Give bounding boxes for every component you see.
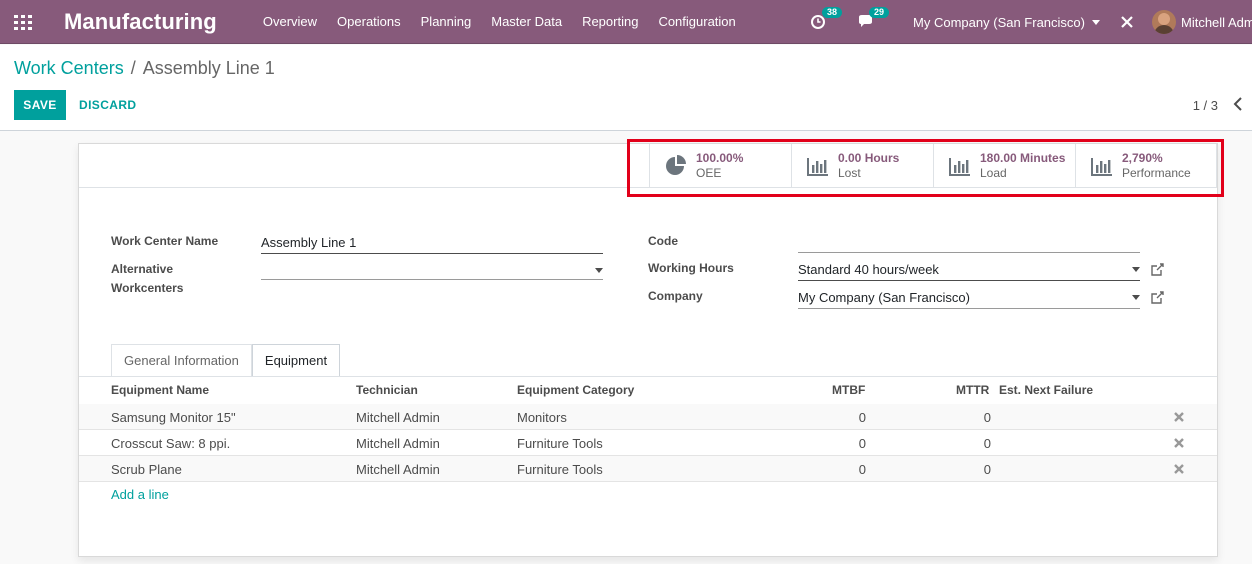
column-technician[interactable]: Technician xyxy=(356,383,418,397)
menu-reporting[interactable]: Reporting xyxy=(582,14,638,29)
breadcrumb: Work Centers / Assembly Line 1 xyxy=(14,58,275,79)
user-name[interactable]: Mitchell Admin xyxy=(1181,15,1252,30)
working-hours-label: Working Hours xyxy=(648,261,734,275)
technician-cell: Mitchell Admin xyxy=(356,436,440,451)
bar-chart-icon xyxy=(1091,158,1112,176)
column-mtbf[interactable]: MTBF xyxy=(832,383,865,397)
alternative-workcenters-label-line1: Alternative xyxy=(111,262,174,276)
discard-button[interactable]: DISCARD xyxy=(79,90,136,120)
work-center-name-input[interactable] xyxy=(261,232,603,254)
lost-label: Lost xyxy=(838,166,861,180)
menu-master-data[interactable]: Master Data xyxy=(491,14,562,29)
menu-operations[interactable]: Operations xyxy=(337,14,401,29)
delete-row-icon[interactable] xyxy=(1173,411,1185,423)
chevron-down-icon xyxy=(595,268,603,273)
chevron-down-icon xyxy=(1132,267,1140,272)
column-equipment-name[interactable]: Equipment Name xyxy=(111,383,209,397)
mtbf-cell: 0 xyxy=(858,436,866,451)
load-value: 180.00 Minutes xyxy=(980,151,1066,165)
delete-row-icon[interactable] xyxy=(1173,463,1185,475)
messages-badge: 29 xyxy=(869,7,890,18)
pager-value[interactable]: 1 / 3 xyxy=(1193,98,1218,113)
menu-overview[interactable]: Overview xyxy=(263,14,317,29)
delete-row-icon[interactable] xyxy=(1173,437,1185,449)
control-panel: Work Centers / Assembly Line 1 SAVE DISC… xyxy=(0,45,1252,131)
code-label: Code xyxy=(648,234,678,248)
chevron-down-icon xyxy=(1132,295,1140,300)
menu-configuration[interactable]: Configuration xyxy=(658,14,735,29)
breadcrumb-work-centers[interactable]: Work Centers xyxy=(14,58,124,79)
main-menu: Overview Operations Planning Master Data… xyxy=(263,14,756,29)
table-row[interactable]: Scrub Plane Mitchell Admin Furniture Too… xyxy=(79,456,1217,482)
breadcrumb-separator: / xyxy=(130,58,136,78)
performance-value: 2,790% xyxy=(1122,151,1163,165)
load-label: Load xyxy=(980,166,1007,180)
equipment-table-header: Equipment Name Technician Equipment Cate… xyxy=(79,377,1217,405)
activity-clock-icon[interactable]: 38 xyxy=(811,7,843,30)
chevron-left-icon[interactable] xyxy=(1233,97,1243,111)
avatar[interactable] xyxy=(1152,10,1176,34)
form-sheet: 100.00% OEE 0.00 Hours Lost 180.00 Minut… xyxy=(78,143,1218,557)
performance-stat-button[interactable]: 2,790% Performance xyxy=(1075,144,1217,188)
equipment-category-cell: Furniture Tools xyxy=(517,462,603,477)
column-est-next-failure[interactable]: Est. Next Failure xyxy=(999,383,1093,397)
technician-cell: Mitchell Admin xyxy=(356,462,440,477)
save-button[interactable]: SAVE xyxy=(14,90,66,120)
table-row[interactable]: Samsung Monitor 15" Mitchell Admin Monit… xyxy=(79,404,1217,430)
apps-menu-icon[interactable] xyxy=(14,14,32,30)
tab-general-information[interactable]: General Information xyxy=(111,344,252,376)
bar-chart-icon xyxy=(949,158,970,176)
breadcrumb-current: Assembly Line 1 xyxy=(142,58,275,78)
top-navbar: Manufacturing Overview Operations Planni… xyxy=(0,0,1252,44)
equipment-name-cell: Samsung Monitor 15" xyxy=(111,410,236,425)
debug-tools-icon[interactable] xyxy=(1120,15,1134,29)
lost-stat-button[interactable]: 0.00 Hours Lost xyxy=(791,144,933,188)
company-switcher-label: My Company (San Francisco) xyxy=(913,14,1085,30)
work-center-name-label: Work Center Name xyxy=(111,234,219,248)
oee-stat-button[interactable]: 100.00% OEE xyxy=(649,144,791,188)
app-name[interactable]: Manufacturing xyxy=(64,9,217,35)
notebook-tabs: General Information Equipment xyxy=(111,344,341,376)
table-row[interactable]: Crosscut Saw: 8 ppi. Mitchell Admin Furn… xyxy=(79,430,1217,456)
bar-chart-icon xyxy=(807,158,828,176)
working-hours-select[interactable] xyxy=(798,259,1140,281)
mtbf-cell: 0 xyxy=(858,462,866,477)
alternative-workcenters-label-line2: Workcenters xyxy=(111,281,184,295)
systray: 38 29 My Company (San Francisco) Mitchel… xyxy=(811,0,1252,44)
alternative-workcenters-input[interactable] xyxy=(261,258,603,280)
smart-button-box: 100.00% OEE 0.00 Hours Lost 180.00 Minut… xyxy=(79,144,1217,188)
column-equipment-category[interactable]: Equipment Category xyxy=(517,383,634,397)
oee-label: OEE xyxy=(696,166,722,180)
equipment-category-cell: Furniture Tools xyxy=(517,436,603,451)
chevron-down-icon xyxy=(1092,19,1100,25)
equipment-name-cell: Scrub Plane xyxy=(111,462,182,477)
lost-value: 0.00 Hours xyxy=(838,151,900,165)
messages-chat-icon[interactable]: 29 xyxy=(858,7,890,30)
add-line-link[interactable]: Add a line xyxy=(111,487,169,502)
equipment-category-cell: Monitors xyxy=(517,410,567,425)
load-stat-button[interactable]: 180.00 Minutes Load xyxy=(933,144,1075,188)
code-input[interactable] xyxy=(798,231,1140,253)
column-mttr[interactable]: MTTR xyxy=(956,383,989,397)
performance-label: Performance xyxy=(1122,166,1191,180)
company-select[interactable] xyxy=(798,287,1140,309)
mtbf-cell: 0 xyxy=(858,410,866,425)
mttr-cell: 0 xyxy=(983,410,991,425)
external-link-icon[interactable] xyxy=(1151,263,1164,276)
external-link-icon[interactable] xyxy=(1151,291,1164,304)
mttr-cell: 0 xyxy=(983,436,991,451)
pie-chart-icon xyxy=(666,155,686,175)
activity-badge: 38 xyxy=(822,7,843,18)
menu-planning[interactable]: Planning xyxy=(421,14,472,29)
technician-cell: Mitchell Admin xyxy=(356,410,440,425)
equipment-name-cell: Crosscut Saw: 8 ppi. xyxy=(111,436,231,451)
tab-equipment[interactable]: Equipment xyxy=(251,344,341,376)
mttr-cell: 0 xyxy=(983,462,991,477)
company-label: Company xyxy=(648,289,703,303)
oee-value: 100.00% xyxy=(696,151,744,165)
company-switcher[interactable]: My Company (San Francisco) xyxy=(913,15,1100,30)
